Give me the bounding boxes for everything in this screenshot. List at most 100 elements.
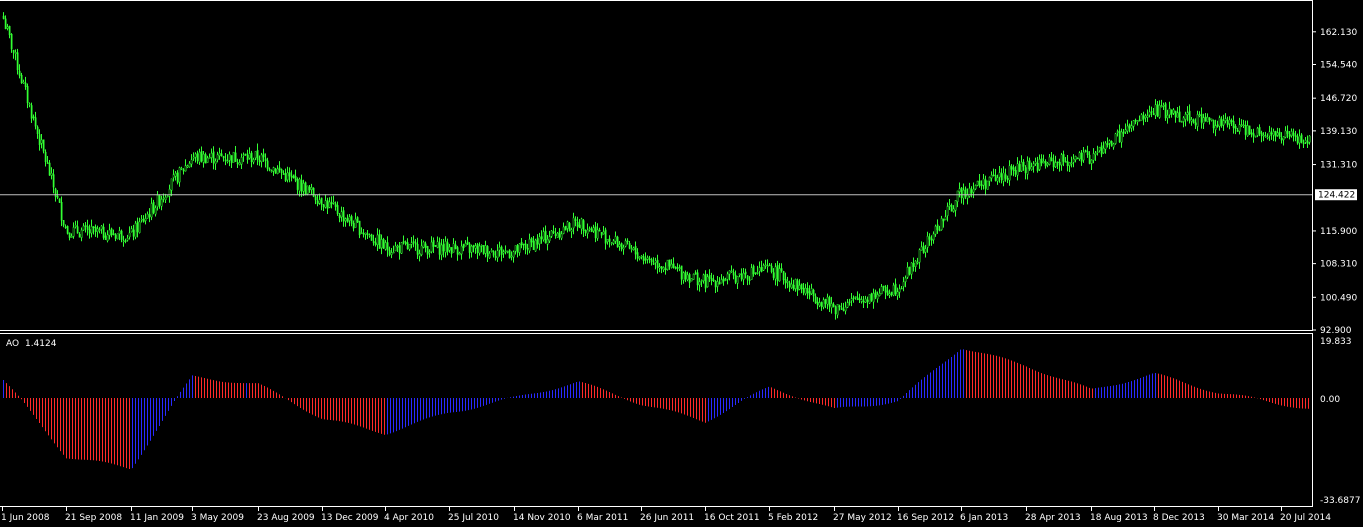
time-tick-label: 11 Jan 2009 (130, 513, 184, 523)
candle-body-down (1080, 152, 1083, 162)
candle-body-down (314, 196, 317, 201)
candle-body-up (918, 249, 921, 263)
candle-body-down (1270, 132, 1273, 135)
candle-body-down (626, 240, 629, 243)
candle-body-up (864, 298, 867, 303)
candle-body-down (60, 202, 63, 221)
candle-body-up (170, 178, 173, 191)
candle-body-up (726, 273, 729, 280)
candle-body-up (750, 267, 753, 280)
candle-body-down (772, 272, 775, 278)
candle-body-down (372, 241, 375, 243)
candle-body-down (1188, 110, 1191, 121)
candle-body-up (588, 228, 591, 230)
candle-body-up (1114, 133, 1117, 144)
candle-body-down (1258, 127, 1261, 134)
candle-body-down (708, 275, 711, 279)
candle-body-down (792, 284, 795, 290)
candle-body-up (844, 306, 847, 312)
candle-body-up (156, 194, 159, 208)
candle-body-up (610, 242, 613, 244)
candle-body-up (1038, 159, 1041, 170)
candle-body-down (788, 282, 791, 288)
candle-body-down (842, 309, 845, 311)
candle-body-up (534, 239, 537, 252)
candle-body-down (524, 243, 527, 249)
candle-body-up (580, 218, 583, 230)
candle-body-down (136, 221, 139, 233)
candle-body-down (652, 263, 655, 265)
candle-body-up (1108, 140, 1111, 144)
candle-body-down (672, 263, 675, 268)
candle-body-up (202, 153, 205, 163)
candle-body-down (266, 160, 269, 169)
candle-body-down (1278, 131, 1281, 138)
candle-body-down (1040, 158, 1043, 164)
candle-body-up (724, 279, 727, 281)
candle-body-down (620, 243, 623, 250)
candle-body-up (1148, 111, 1151, 116)
candle-body-down (636, 252, 639, 259)
candle-body-up (670, 263, 673, 268)
candle-body-down (1170, 109, 1173, 115)
candle-body-down (34, 117, 37, 127)
candle-body-down (1000, 173, 1003, 181)
candle-body-down (268, 168, 271, 171)
candle-body-up (490, 249, 493, 253)
candle-body-up (562, 226, 565, 234)
candle-body-up (1256, 128, 1259, 136)
candle-body-up (1032, 163, 1035, 167)
candle-body-up (1016, 163, 1019, 176)
candle-body-up (298, 178, 301, 192)
candle-body-up (232, 151, 235, 163)
candle-body-up (720, 279, 723, 284)
candle-body-up (868, 294, 871, 304)
candle-body-up (658, 266, 661, 269)
candle-body-up (464, 243, 467, 247)
candle-body-down (222, 156, 225, 159)
candle-body-down (92, 226, 95, 228)
candle-body-up (1266, 136, 1269, 139)
candle-body-up (1144, 115, 1147, 118)
trading-terminal-chart[interactable]: 162.130 154.540 146.720 139.130 131.310 115.9… (0, 0, 1363, 527)
candle-body-up (1034, 161, 1037, 164)
candle-body-down (2, 15, 5, 19)
candle-body-up (1264, 135, 1267, 137)
candle-body-down (54, 188, 57, 197)
candle-body-up (348, 216, 351, 221)
candle-body-up (90, 226, 93, 234)
candle-body-up (1126, 125, 1129, 132)
candle-body-down (520, 241, 523, 246)
ao-scale-max: 19.833 (1320, 337, 1352, 347)
candle-body-down (112, 233, 115, 236)
candle-body-down (62, 220, 65, 226)
candle-body-down (660, 266, 663, 269)
candle-body-up (804, 287, 807, 294)
candle-body-up (614, 236, 617, 242)
candle-body-down (590, 228, 593, 232)
candle-body-down (330, 202, 333, 205)
indicator-short-name: AO (6, 339, 19, 349)
candle-body-down (802, 287, 805, 293)
candle-body-up (242, 154, 245, 157)
candle-body-down (176, 172, 179, 183)
candle-body-down (1134, 119, 1137, 122)
candle-body-up (1186, 112, 1189, 115)
candle-body-up (418, 253, 421, 257)
candle-body-up (962, 189, 965, 199)
candle-body-down (796, 280, 799, 291)
candle-body-up (210, 153, 213, 158)
candle-body-down (316, 200, 319, 205)
candle-body-down (1208, 117, 1211, 121)
candle-body-down (398, 245, 401, 254)
candle-body-down (250, 152, 253, 162)
candle-body-down (536, 238, 539, 245)
candle-body-down (912, 262, 915, 267)
candle-body-down (832, 304, 835, 307)
candle-body-down (544, 230, 547, 244)
candle-body-up (214, 160, 217, 164)
candle-body-down (148, 214, 151, 218)
candle-body-down (404, 241, 407, 245)
candle-body-down (296, 179, 299, 190)
candle-body-up (1104, 142, 1107, 150)
